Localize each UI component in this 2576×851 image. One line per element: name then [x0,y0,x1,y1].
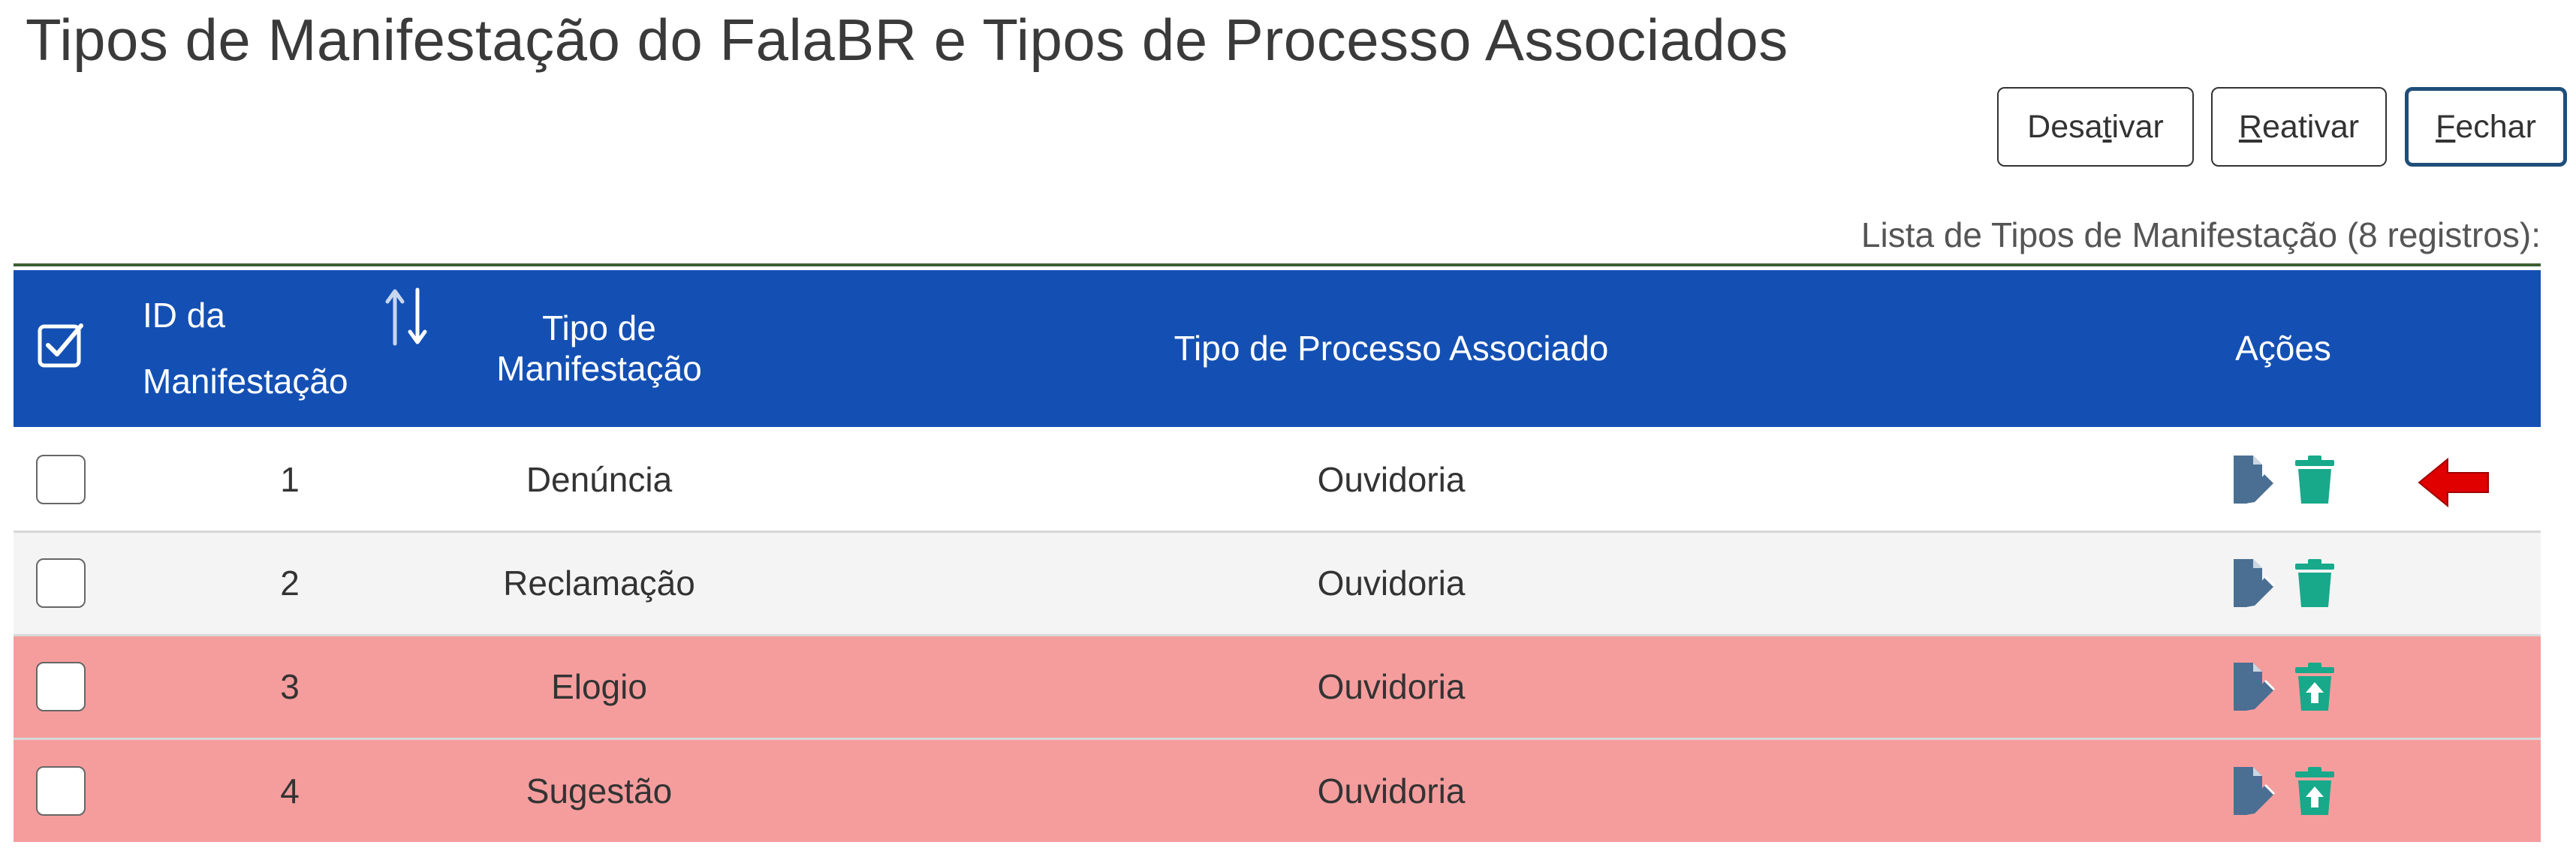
cell-processo: Ouvidoria [1317,564,1466,603]
table-caption: Lista de Tipos de Manifestação (8 regist… [1860,215,2541,254]
column-header-acoes: Ações [2235,329,2331,368]
cell-id: 3 [280,667,300,706]
reativar-button[interactable]: Reativar [2211,87,2387,167]
column-header-id-line2: Manifestação [143,362,348,401]
check-square-icon[interactable] [36,323,86,377]
cell-acoes [2026,531,2541,635]
red-arrow-left-icon [2416,456,2491,513]
fechar-label-post: echar [2455,108,2536,145]
cell-tipo: Denúncia [526,460,673,499]
cell-acoes [2026,635,2541,738]
cell-tipo: Elogio [551,667,647,706]
cell-processo: Ouvidoria [1317,667,1466,706]
trash-restore-icon[interactable] [2294,765,2336,816]
desativar-label-pre: Desa [2027,108,2103,145]
table-divider [14,263,2541,266]
table-row: 3 Elogio Ouvidoria [14,635,2541,738]
desativar-button[interactable]: Desa t ivar [1997,87,2194,167]
cell-id: 1 [280,460,300,499]
edit-document-icon[interactable] [2231,453,2277,507]
edit-document-icon[interactable] [2231,764,2277,818]
column-header-id[interactable]: ID da Manifestação [138,270,441,428]
desativar-accesskey: t [2102,108,2112,145]
row-checkbox-cell [14,635,138,738]
row-checkbox-cell [14,531,138,635]
table-row: 1 Denúncia Ouvidoria [14,428,2541,531]
row-checkbox-cell [14,738,138,842]
column-header-processo: Tipo de Processo Associado [1174,329,1609,368]
fechar-accesskey: F [2436,108,2456,145]
table-header-row: ID da Manifestação Tipo de Manifestação … [14,270,2541,428]
select-all-cell [14,270,138,428]
edit-document-icon[interactable] [2231,660,2277,714]
trash-icon[interactable] [2294,558,2336,609]
edit-document-icon[interactable] [2231,556,2277,610]
table-row: 2 Reclamação Ouvidoria [14,531,2541,635]
desativar-label-post: ivar [2111,108,2164,145]
cell-processo: Ouvidoria [1317,771,1466,810]
cell-acoes [2026,738,2541,842]
row-checkbox[interactable] [36,662,86,711]
column-header-tipo: Tipo de Manifestação [496,308,702,389]
row-checkbox[interactable] [36,455,86,504]
reativar-accesskey: R [2238,108,2262,145]
row-checkbox[interactable] [36,558,86,608]
page-title: Tipos de Manifestação do FalaBR e Tipos … [26,7,1788,73]
cell-tipo: Reclamação [503,564,695,603]
row-checkbox[interactable] [36,765,86,816]
fechar-button[interactable]: Fechar [2405,87,2567,167]
table-row: 4 Sugestão Ouvidoria [14,738,2541,842]
cell-tipo: Sugestão [526,771,673,810]
cell-id: 4 [280,771,300,810]
sort-icon[interactable] [383,287,431,355]
trash-icon[interactable] [2294,454,2336,505]
manifestation-table: ID da Manifestação Tipo de Manifestação … [14,270,2541,842]
row-checkbox-cell [14,428,138,531]
trash-restore-icon[interactable] [2294,661,2336,712]
reativar-label-post: eativar [2261,108,2360,145]
cell-id: 2 [280,564,300,603]
cell-processo: Ouvidoria [1317,460,1466,499]
